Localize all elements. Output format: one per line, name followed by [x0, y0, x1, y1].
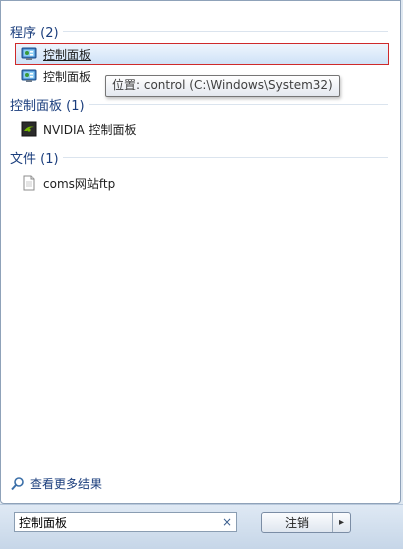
- group-header-programs: 程序 (2): [10, 22, 388, 42]
- result-item-control-panel[interactable]: 控制面板: [15, 43, 389, 65]
- search-icon: [10, 476, 26, 492]
- search-input[interactable]: [15, 514, 218, 530]
- logoff-split-button: 注销 ▸: [261, 512, 351, 533]
- result-item-nvidia-control-panel[interactable]: NVIDIA 控制面板: [15, 118, 389, 140]
- shutdown-options-arrow-icon[interactable]: ▸: [332, 513, 350, 532]
- start-menu-results-panel: 程序 (2) 控制面板 控制面板 控制面板 (1) NVIDIA 控制面板 文件…: [0, 0, 401, 504]
- chevron-right-icon: ▸: [338, 517, 345, 528]
- group-divider: [10, 157, 388, 158]
- result-item-label: 控制面板: [43, 47, 92, 62]
- group-header-control-panel: 控制面板 (1): [10, 95, 388, 115]
- clear-search-icon[interactable]: ×: [218, 515, 236, 529]
- result-item-label: 控制面板: [43, 69, 92, 84]
- control-panel-icon: [21, 46, 37, 62]
- group-label: 程序 (2): [10, 22, 63, 41]
- control-panel-icon: [21, 68, 37, 84]
- see-more-label: 查看更多结果: [30, 477, 103, 491]
- result-item-label: coms网站ftp: [43, 176, 116, 191]
- group-label: 文件 (1): [10, 148, 63, 167]
- location-tooltip: 位置: control (C:\Windows\System32): [105, 75, 340, 97]
- group-label: 控制面板 (1): [10, 95, 89, 114]
- result-item-file[interactable]: coms网站ftp: [15, 172, 389, 194]
- result-item-label: NVIDIA 控制面板: [43, 122, 137, 137]
- see-more-results-link[interactable]: 查看更多结果: [10, 475, 102, 492]
- group-divider: [10, 31, 388, 32]
- nvidia-icon: [21, 121, 37, 137]
- group-header-files: 文件 (1): [10, 148, 388, 168]
- search-box: ×: [14, 512, 237, 532]
- logoff-button[interactable]: 注销: [262, 513, 332, 532]
- document-icon: [21, 175, 37, 191]
